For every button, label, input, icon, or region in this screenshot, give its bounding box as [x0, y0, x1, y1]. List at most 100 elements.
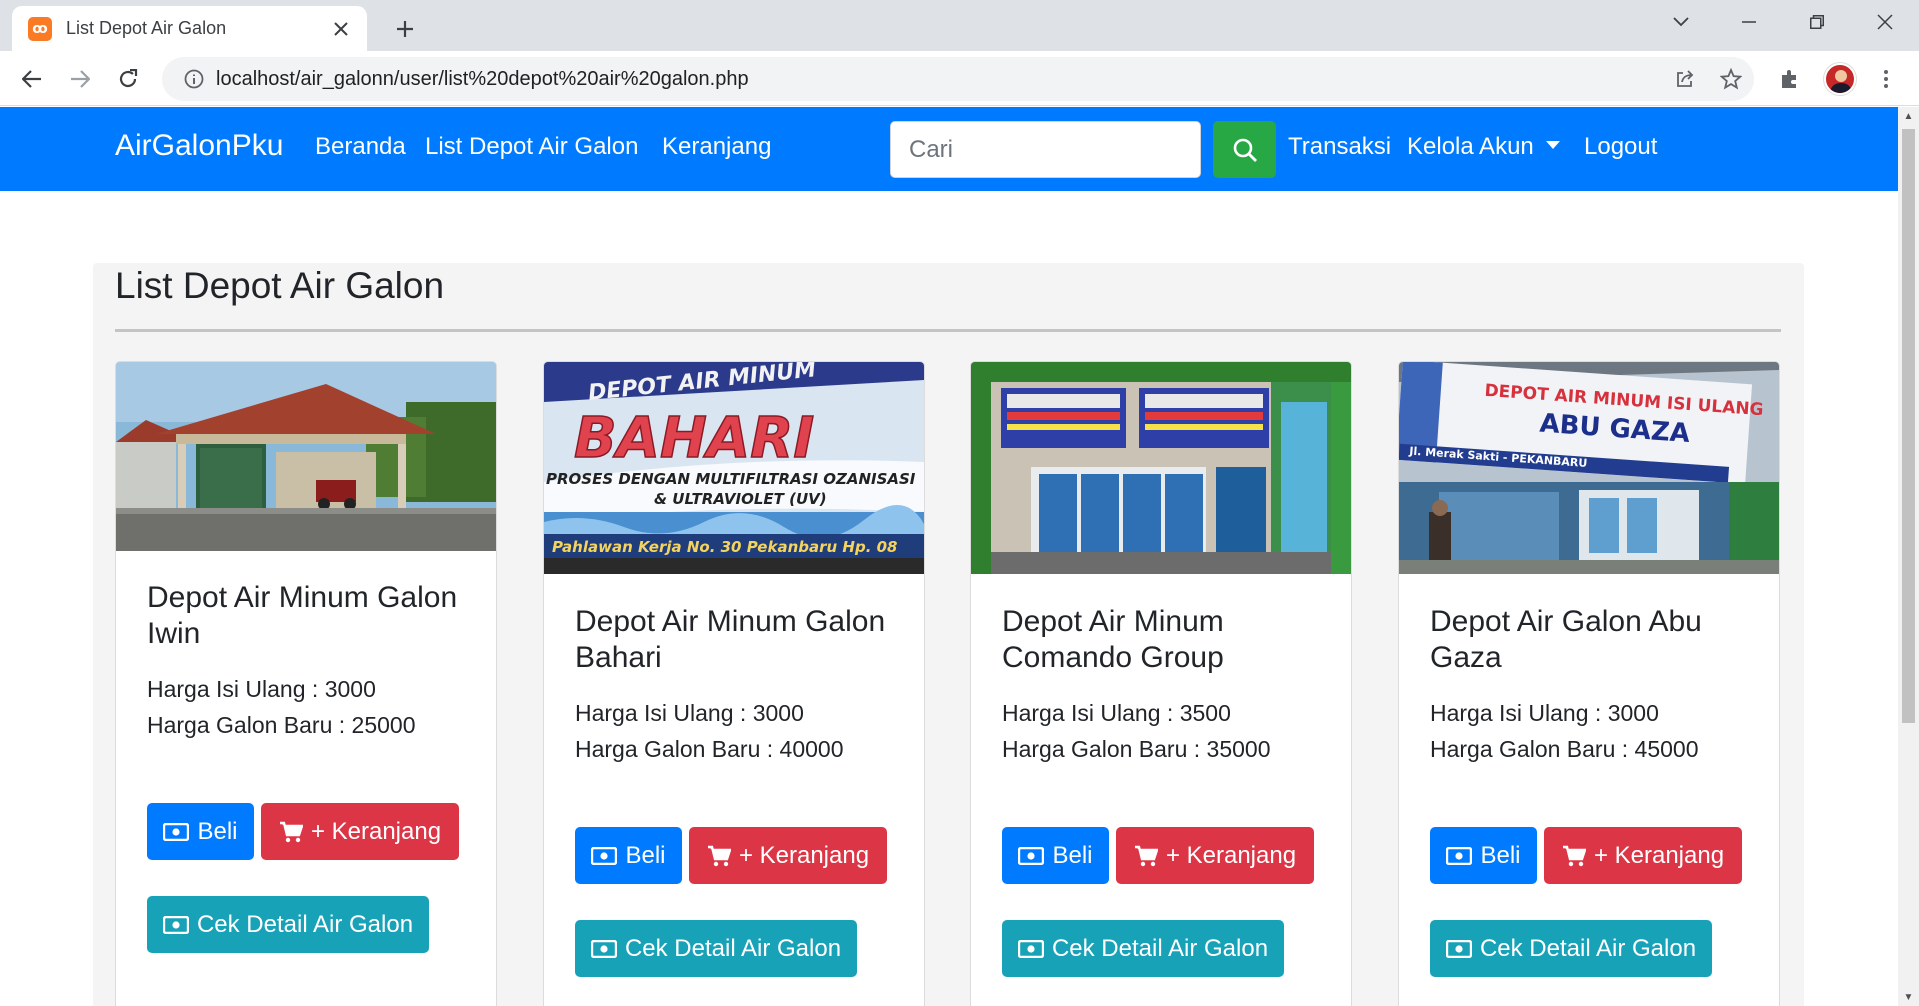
sign-line5: Pahlawan Kerja No. 30 Pekanbaru Hp. 08: [552, 538, 898, 556]
depot-card: Depot Air Minum Galon Iwin Harga Isi Ula…: [115, 361, 497, 1006]
nav-kelola-akun-label: Kelola Akun: [1407, 133, 1534, 160]
cart-icon: [707, 845, 731, 866]
beli-label: Beli: [1052, 841, 1093, 869]
beli-button[interactable]: Beli: [1430, 827, 1537, 884]
cart-icon: [279, 821, 303, 842]
page-viewport: AirGalonPku Beranda List Depot Air Galon…: [0, 107, 1898, 1006]
beli-button[interactable]: Beli: [147, 803, 254, 860]
add-to-cart-label: + Keranjang: [1165, 841, 1297, 869]
add-to-cart-button[interactable]: + Keranjang: [689, 827, 887, 884]
nav-keranjang[interactable]: Keranjang: [662, 133, 771, 161]
depot-photo: DEPOT AIR MINUM ISI ULANG ABU GAZA Jl. M…: [1399, 362, 1779, 574]
nav-kelola-akun[interactable]: Kelola Akun: [1407, 133, 1560, 161]
url-text[interactable]: localhost/air_galonn/user/list%20depot%2…: [216, 68, 1662, 91]
add-to-cart-label: + Keranjang: [310, 817, 442, 845]
site-navbar: AirGalonPku Beranda List Depot Air Galon…: [0, 107, 1898, 191]
depot-card: Depot Air Minum Comando Group Harga Isi …: [970, 361, 1352, 1006]
restore-icon[interactable]: [1783, 0, 1851, 44]
depot-name: Depot Air Minum Galon Iwin: [147, 581, 458, 650]
money-icon: [590, 939, 617, 958]
nav-list-depot[interactable]: List Depot Air Galon: [425, 133, 638, 161]
add-to-cart-label: + Keranjang: [738, 841, 870, 869]
depot-name: Depot Air Minum Galon Bahari: [575, 605, 886, 674]
depot-name: Depot Air Minum Comando Group: [1002, 605, 1224, 674]
add-to-cart-button[interactable]: + Keranjang: [1544, 827, 1742, 884]
money-icon: [1446, 846, 1473, 865]
tab-search-chevron-icon[interactable]: [1647, 0, 1715, 44]
depot-price-refill: Harga Isi Ulang : 3500: [1002, 700, 1231, 726]
tab-close-icon[interactable]: [329, 17, 353, 41]
search-button[interactable]: [1213, 121, 1276, 178]
depot-name: Depot Air Galon Abu Gaza: [1430, 605, 1702, 674]
minimize-icon[interactable]: [1715, 0, 1783, 44]
depot-price-new-gallon: Harga Galon Baru : 35000: [1002, 736, 1271, 762]
browser-tabstrip: ꝏ List Depot Air Galon: [0, 0, 1919, 51]
browser-menu-icon[interactable]: [1868, 61, 1904, 97]
address-bar[interactable]: localhost/air_galonn/user/list%20depot%2…: [162, 57, 1754, 101]
money-icon: [1445, 939, 1472, 958]
sign-line4: & ULTRAVIOLET (UV): [654, 490, 827, 508]
money-icon: [162, 915, 189, 934]
new-tab-icon[interactable]: [388, 12, 422, 46]
add-to-cart-button[interactable]: + Keranjang: [1116, 827, 1314, 884]
share-icon[interactable]: [1662, 57, 1708, 101]
detail-label: Cek Detail Air Galon: [1051, 934, 1269, 962]
depot-photo: [971, 362, 1351, 574]
beli-button[interactable]: Beli: [575, 827, 682, 884]
page-scrollbar[interactable]: ▲ ▼: [1898, 107, 1919, 1006]
money-icon: [163, 822, 190, 841]
extensions-puzzle-icon[interactable]: [1772, 61, 1808, 97]
depot-price-refill: Harga Isi Ulang : 3000: [1430, 700, 1659, 726]
detail-label: Cek Detail Air Galon: [624, 934, 842, 962]
scroll-up-arrow-icon[interactable]: ▲: [1898, 107, 1919, 125]
dropdown-caret-icon: [1545, 141, 1560, 149]
search-placeholder: Cari: [909, 135, 954, 163]
search-icon: [1233, 138, 1257, 162]
nav-logout[interactable]: Logout: [1584, 133, 1657, 161]
site-info-icon[interactable]: [174, 69, 214, 89]
scroll-thumb[interactable]: [1902, 129, 1915, 723]
browser-tab[interactable]: ꝏ List Depot Air Galon: [12, 6, 367, 51]
title-divider: [115, 329, 1781, 332]
tab-title: List Depot Air Galon: [66, 18, 227, 38]
nav-beranda[interactable]: Beranda: [315, 133, 406, 161]
beli-button[interactable]: Beli: [1002, 827, 1109, 884]
depot-price-new-gallon: Harga Galon Baru : 45000: [1430, 736, 1699, 762]
detail-button[interactable]: Cek Detail Air Galon: [147, 896, 429, 953]
detail-button[interactable]: Cek Detail Air Galon: [575, 920, 857, 977]
money-icon: [1018, 846, 1045, 865]
depot-price-refill: Harga Isi Ulang : 3000: [147, 676, 376, 702]
depot-photo: DEPOT AIR MINUM BAHARI PROSES DENGAN MUL…: [544, 362, 924, 574]
beli-label: Beli: [197, 817, 238, 845]
depot-price-new-gallon: Harga Galon Baru : 40000: [575, 736, 844, 762]
beli-label: Beli: [1480, 841, 1521, 869]
cart-icon: [1562, 845, 1586, 866]
depot-card: DEPOT AIR MINUM BAHARI PROSES DENGAN MUL…: [543, 361, 925, 1006]
close-window-icon[interactable]: [1851, 0, 1919, 44]
sign-line3: PROSES DENGAN MULTIFILTRASI OZANISASI: [546, 470, 916, 488]
detail-button[interactable]: Cek Detail Air Galon: [1430, 920, 1712, 977]
scroll-down-arrow-icon[interactable]: ▼: [1898, 988, 1919, 1006]
profile-avatar[interactable]: [1822, 61, 1858, 97]
detail-label: Cek Detail Air Galon: [196, 910, 414, 938]
xampp-favicon-icon: ꝏ: [28, 16, 52, 41]
forward-arrow-icon[interactable]: [62, 61, 98, 97]
search-input[interactable]: Cari: [890, 121, 1201, 178]
page-title: List Depot Air Galon: [115, 265, 445, 306]
nav-transaksi[interactable]: Transaksi: [1288, 133, 1391, 161]
add-to-cart-button[interactable]: + Keranjang: [261, 803, 459, 860]
depot-card: DEPOT AIR MINUM ISI ULANG ABU GAZA Jl. M…: [1398, 361, 1780, 1006]
cart-icon: [1134, 845, 1158, 866]
site-brand[interactable]: AirGalonPku: [115, 129, 283, 163]
detail-button[interactable]: Cek Detail Air Galon: [1002, 920, 1284, 977]
depot-price-new-gallon: Harga Galon Baru : 25000: [147, 712, 416, 738]
depot-price-refill: Harga Isi Ulang : 3000: [575, 700, 804, 726]
money-icon: [1017, 939, 1044, 958]
money-icon: [591, 846, 618, 865]
bookmark-star-icon[interactable]: [1708, 57, 1754, 101]
back-arrow-icon[interactable]: [14, 61, 50, 97]
browser-toolbar: localhost/air_galonn/user/list%20depot%2…: [0, 51, 1919, 106]
reload-icon[interactable]: [110, 61, 146, 97]
beli-label: Beli: [625, 841, 666, 869]
detail-label: Cek Detail Air Galon: [1479, 934, 1697, 962]
